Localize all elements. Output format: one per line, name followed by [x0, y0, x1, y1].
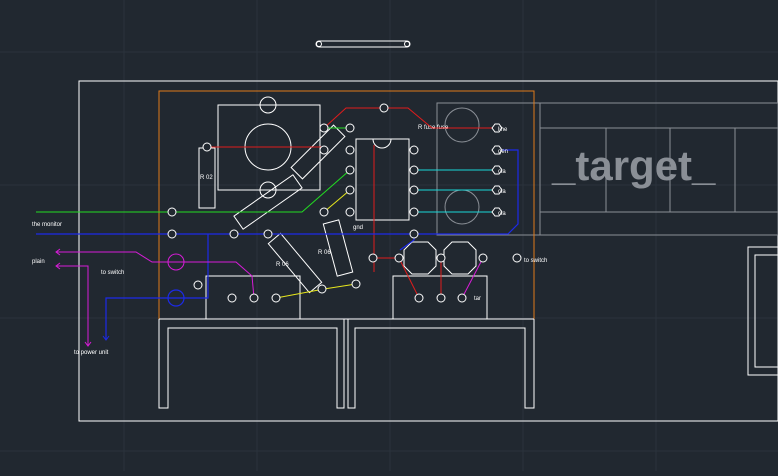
- monitor-label: the monitor: [32, 222, 62, 228]
- cad-viewport[interactable]: _target_ R 02 R 06 R 06 gnd R fuse fuse: [0, 0, 778, 471]
- drawing-canvas[interactable]: _target_ R 02 R 06 R 06 gnd R fuse fuse: [0, 0, 778, 471]
- right-side-component: [747, 246, 778, 376]
- to-switch-left-label: to switch: [101, 270, 124, 276]
- stand: [158, 318, 535, 409]
- ic-chip: [355, 138, 410, 221]
- plain-label: plain: [32, 259, 45, 265]
- to-switch-right-label: to switch: [524, 258, 547, 264]
- outer-enclosure: [78, 80, 778, 422]
- output-label-3: cla: [498, 169, 506, 175]
- output-label-5: cla: [498, 211, 506, 217]
- resistor-mid2-label: R 06: [318, 250, 331, 256]
- wire-yellow: [275, 189, 357, 299]
- bottom-right-label: tar: [474, 296, 481, 302]
- wire-green: [36, 127, 351, 213]
- wire-red: [205, 107, 496, 299]
- gnd-label: gnd: [353, 225, 363, 231]
- wire-blue: [36, 149, 519, 340]
- to-power-unit-label: to power unit: [74, 350, 109, 356]
- rotated-components: [233, 124, 354, 294]
- terminals: [167, 103, 522, 303]
- arrow-markers: [55, 248, 110, 347]
- top-slot: [315, 40, 411, 48]
- resistor-left-label: R 02: [200, 175, 213, 181]
- resistor-mid1-label: R 06: [276, 262, 289, 268]
- output-label-4: cla: [498, 189, 506, 195]
- output-label-2: gen: [498, 149, 508, 155]
- watermark-text: _target_: [551, 142, 716, 189]
- output-label-1: line: [498, 127, 508, 133]
- fuse-holders: [444, 107, 480, 225]
